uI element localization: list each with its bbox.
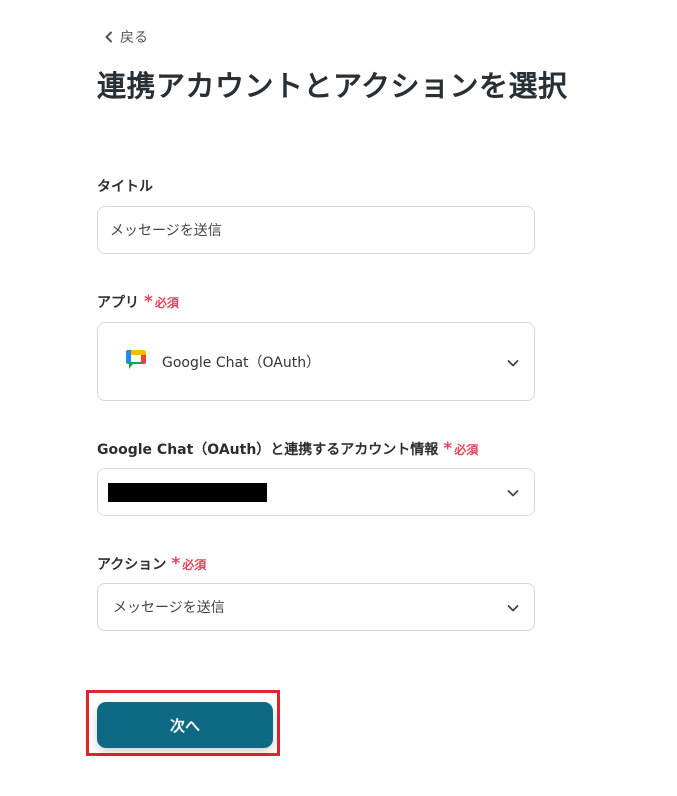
title-field-label: タイトル [97,176,153,196]
chevron-left-icon [104,31,114,43]
google-chat-logo-icon [124,348,148,376]
chevron-down-icon [507,598,519,617]
account-field-label: Google Chat（OAuth）と連携するアカウント情報 * 必須 [97,439,478,459]
required-text: 必須 [454,442,479,457]
required-star: * [171,553,181,574]
chevron-down-icon [507,352,519,371]
account-select[interactable] [97,468,535,516]
required-text: 必須 [182,557,207,572]
app-label-text: アプリ [97,295,139,311]
action-label-text: アクション [97,557,167,573]
account-label-text: Google Chat（OAuth）と連携するアカウント情報 [97,442,439,458]
required-text: 必須 [154,295,179,310]
app-select-value: Google Chat（OAuth） [162,354,321,371]
required-star: * [144,291,153,312]
redacted-account-value [108,482,267,502]
app-field-label: アプリ * 必須 [97,292,179,312]
title-input[interactable]: メッセージを送信 [97,206,535,254]
back-link[interactable]: 戻る [104,26,148,48]
title-label-text: タイトル [97,179,153,195]
action-select-value: メッセージを送信 [113,600,225,616]
app-select[interactable]: Google Chat（OAuth） [97,322,535,401]
title-input-value: メッセージを送信 [110,223,222,239]
back-link-label: 戻る [120,30,148,46]
action-field-label: アクション * 必須 [97,554,206,574]
page-title: 連携アカウントとアクションを選択 [97,69,568,103]
action-select[interactable]: メッセージを送信 [97,583,535,631]
required-star: * [443,438,453,459]
next-button[interactable]: 次へ [97,702,273,748]
chevron-down-icon [507,483,519,502]
